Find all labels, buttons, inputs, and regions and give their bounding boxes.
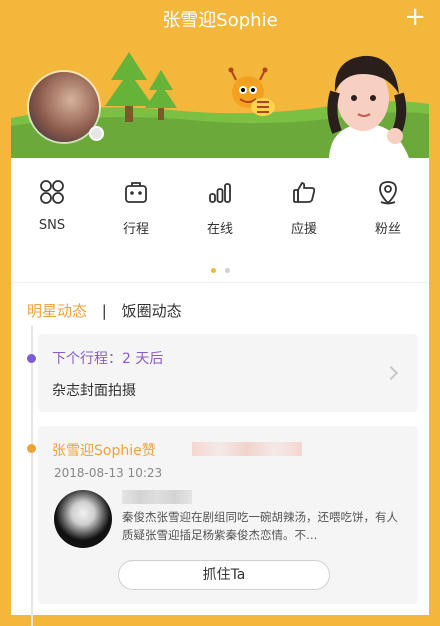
location-pin-icon bbox=[379, 181, 397, 205]
tab-fan-news[interactable]: 饭圈动态 bbox=[122, 302, 182, 320]
menu-item-sns[interactable]: SNS bbox=[17, 178, 87, 233]
menu-item-online[interactable]: 在线 bbox=[185, 178, 255, 237]
add-button[interactable]: + bbox=[404, 2, 426, 32]
four-circles-icon bbox=[40, 180, 64, 204]
menu-item-label: 在线 bbox=[206, 222, 233, 237]
top-bar: 张雪迎Sophie + bbox=[0, 0, 440, 40]
timeline-line bbox=[31, 326, 33, 626]
menu-item-label: 行程 bbox=[122, 222, 149, 237]
page-dot-active bbox=[211, 268, 216, 273]
menu-item-schedule[interactable]: 行程 bbox=[101, 178, 171, 237]
menu-item-label: SNS bbox=[38, 218, 66, 233]
pixelated-mosaic bbox=[192, 442, 302, 456]
schedule-card[interactable]: 下个行程：2 天后 杂志封面拍摄 bbox=[38, 334, 418, 412]
post-avatar bbox=[54, 490, 112, 548]
catch-button[interactable]: 抓住Ta bbox=[118, 560, 330, 590]
pixelated-mosaic bbox=[122, 490, 192, 504]
page-indicator bbox=[211, 258, 234, 277]
schedule-title: 下个行程：2 天后 bbox=[52, 351, 164, 367]
timeline-bullet-feed bbox=[27, 444, 36, 453]
menu-item-fans[interactable]: 粉丝 bbox=[353, 178, 423, 237]
feed-card[interactable]: 张雪迎Sophie赞 2018-08-13 10:23 秦俊杰张雪迎在剧组同吃一… bbox=[38, 426, 418, 604]
menu-item-label: 粉丝 bbox=[374, 222, 401, 237]
chevron-right-icon bbox=[383, 365, 399, 381]
quick-menu: SNS 行程 在线 应援 粉丝 bbox=[11, 178, 429, 248]
feed-title: 张雪迎Sophie赞 bbox=[52, 443, 156, 459]
content-card: SNS 行程 在线 应援 粉丝 明星动态 | 饭圈动态 下个行程：2 天后 杂志… bbox=[11, 158, 429, 626]
divider bbox=[11, 282, 429, 283]
thumbs-up-icon bbox=[293, 182, 316, 203]
menu-item-support[interactable]: 应援 bbox=[269, 178, 339, 237]
suitcase-icon bbox=[125, 182, 147, 203]
signal-bars-icon bbox=[209, 183, 231, 203]
post-description: 秦俊杰张雪迎在剧组同吃一碗胡辣汤，还喂吃饼，有人质疑张雪迎插足杨紫秦俊杰恋情。不… bbox=[122, 510, 398, 542]
timeline-bullet-schedule bbox=[27, 354, 36, 363]
online-status-dot bbox=[89, 126, 104, 141]
page-title: 张雪迎Sophie bbox=[162, 10, 278, 31]
schedule-subtitle: 杂志封面拍摄 bbox=[52, 383, 136, 399]
page-dot-inactive bbox=[225, 268, 231, 273]
profile-banner bbox=[11, 40, 429, 158]
menu-item-label: 应援 bbox=[290, 222, 317, 237]
post-time: 2018-08-13 10:23 bbox=[54, 466, 163, 480]
tab-star-news[interactable]: 明星动态 bbox=[27, 302, 87, 320]
tab-separator: | bbox=[101, 302, 107, 320]
feed-tabs: 明星动态 | 饭圈动态 bbox=[27, 300, 182, 321]
